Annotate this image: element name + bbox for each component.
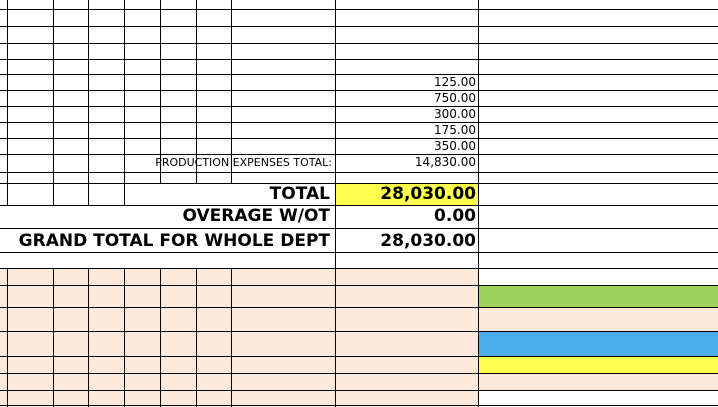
expense-value-cell[interactable]: 175.00 — [336, 123, 476, 138]
cell-texts: 125.00 750.00 300.00 175.00 350.00 PRODU… — [0, 0, 718, 407]
overage-label: OVERAGE W/OT — [182, 206, 330, 226]
production-expenses-value[interactable]: 14,830.00 — [336, 155, 476, 170]
expense-value-cell[interactable]: 750.00 — [336, 91, 476, 106]
expense-value-cell[interactable]: 300.00 — [336, 107, 476, 122]
overage-value[interactable]: 0.00 — [336, 205, 476, 227]
expense-value-cell[interactable]: 350.00 — [336, 139, 476, 154]
grand-total-value[interactable]: 28,030.00 — [336, 230, 476, 252]
production-expenses-label: PRODUCTION EXPENSES TOTAL: — [155, 156, 332, 169]
expense-value-cell[interactable]: 125.00 — [336, 75, 476, 90]
spreadsheet-grid[interactable]: 125.00 750.00 300.00 175.00 350.00 PRODU… — [0, 0, 718, 407]
total-value[interactable]: 28,030.00 — [336, 183, 476, 205]
total-label: TOTAL — [269, 184, 330, 204]
grand-total-label: GRAND TOTAL FOR WHOLE DEPT — [18, 231, 330, 251]
